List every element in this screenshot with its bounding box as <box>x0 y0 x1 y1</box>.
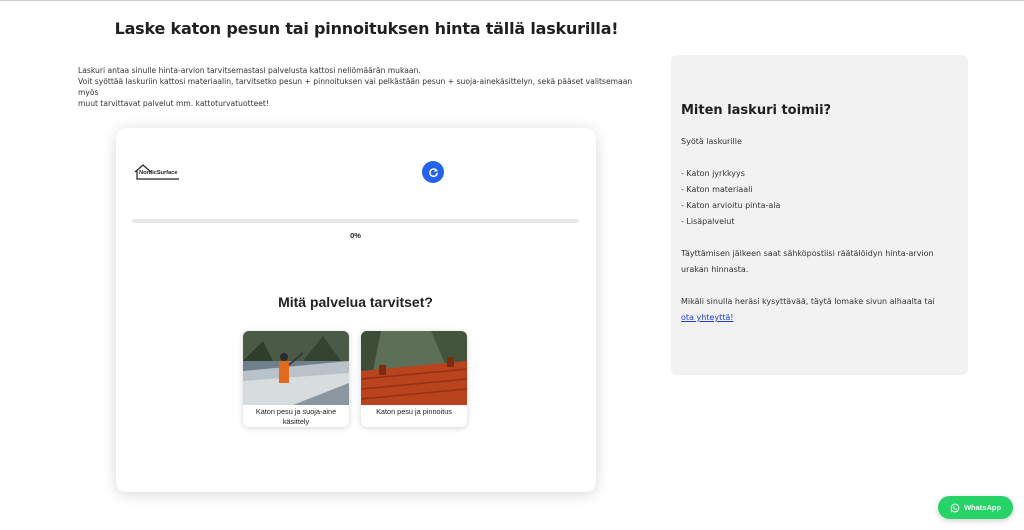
top-border <box>0 0 1024 1</box>
info-list-item: - Lisäpalvelut <box>681 217 735 226</box>
contact-link[interactable]: ota yhteyttä! <box>681 313 733 322</box>
whatsapp-icon <box>950 503 960 512</box>
info-title: Miten laskuri toimii? <box>681 103 832 118</box>
option-label: Katon pesu ja suoja-aine käsittely <box>255 407 337 426</box>
info-panel: Miten laskuri toimii? Syötä laskurille -… <box>671 55 968 375</box>
intro-line: muut tarvittavat palvelut mm. kattoturva… <box>78 99 269 108</box>
info-contact-row: ota yhteyttä! <box>681 313 733 322</box>
calculator-card: NordicSurface 0% Mitä palvelua tarvitset… <box>116 128 596 492</box>
info-paragraph: urakan hinnasta. <box>681 265 749 274</box>
info-list-item: - Katon materiaali <box>681 185 753 194</box>
refresh-icon <box>428 167 438 177</box>
progress-label: 0% <box>350 231 361 240</box>
info-list-item: - Katon arvioitu pinta-ala <box>681 201 781 210</box>
option-wash-coat[interactable]: Katon pesu ja pinnoitus <box>361 331 467 427</box>
roof-wash-photo <box>243 331 349 405</box>
intro-text: Laskuri antaa sinulle hinta-arvion tarvi… <box>78 65 648 109</box>
whatsapp-label: WhatsApp <box>963 503 1002 512</box>
option-label: Katon pesu ja pinnoitus <box>376 407 452 416</box>
info-contact-text: Mikäli sinulla heräsi kysyttävää, täytä … <box>681 297 935 306</box>
intro-line: Laskuri antaa sinulle hinta-arvion tarvi… <box>78 66 421 75</box>
question-heading: Mitä palvelua tarvitset? <box>278 294 433 310</box>
logo-text: NordicSurface <box>139 170 178 176</box>
page-title: Laske katon pesun tai pinnoituksen hinta… <box>114 19 619 38</box>
progress-bar <box>132 219 579 223</box>
whatsapp-button[interactable]: WhatsApp <box>938 496 1013 519</box>
roof-coating-photo <box>361 331 467 405</box>
intro-line: Voit syöttää laskuriin kattosi materiaal… <box>78 77 633 97</box>
info-list-item: - Katon jyrkkyys <box>681 169 745 178</box>
reset-button[interactable] <box>422 161 444 183</box>
info-intro: Syötä laskurille <box>681 137 742 146</box>
info-paragraph: Täyttämisen jälkeen saat sähköpostiisi r… <box>681 249 934 258</box>
option-wash-protect[interactable]: Katon pesu ja suoja-aine käsittely <box>243 331 349 427</box>
